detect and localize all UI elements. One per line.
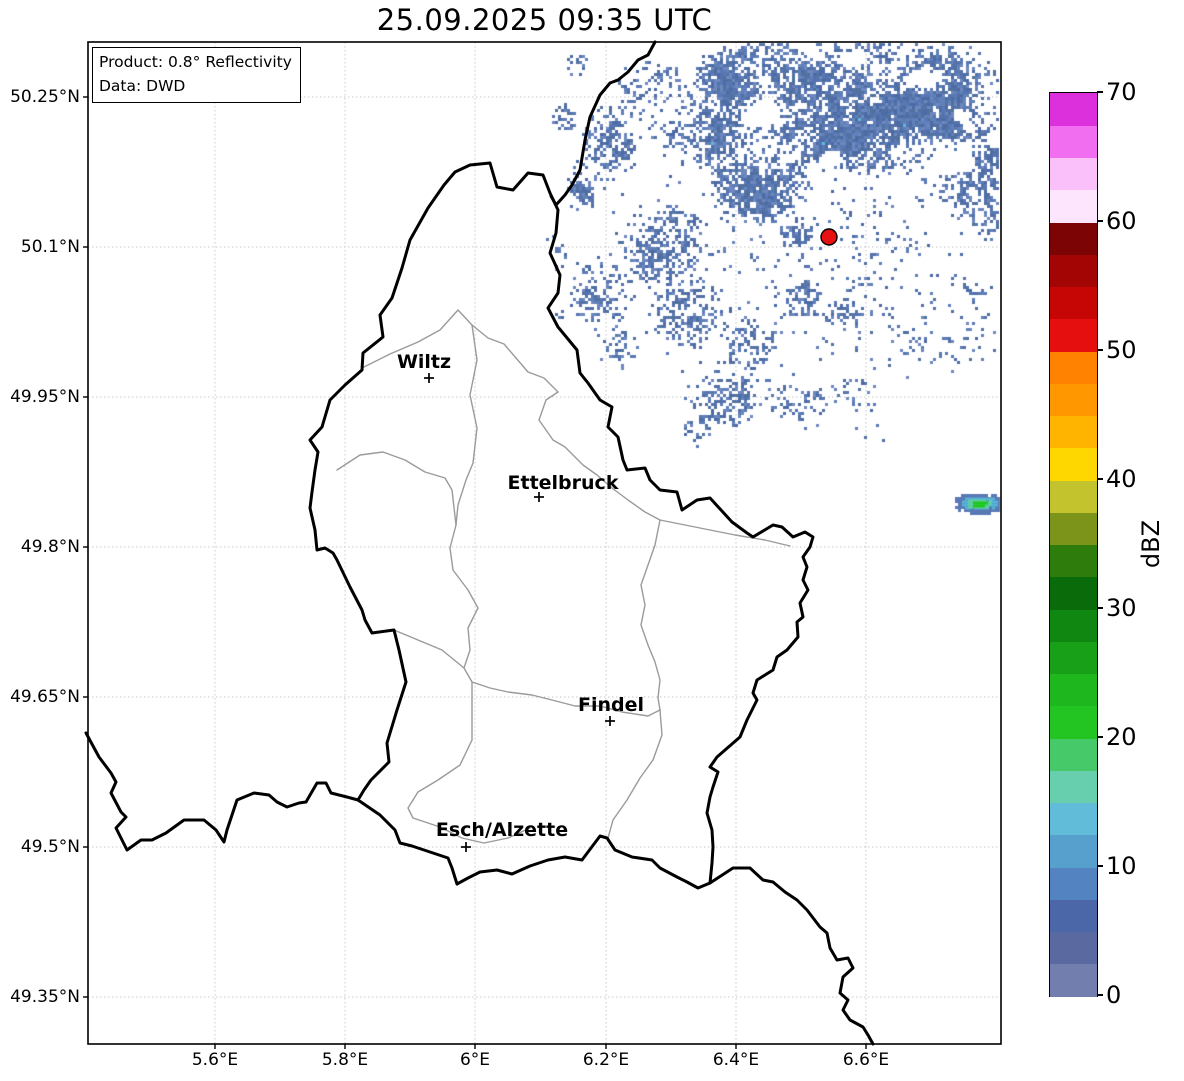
district-border [449,524,661,717]
colorbar [1049,92,1098,997]
colorbar-tick-label: 0 [1106,981,1122,1009]
city-label-wiltz: Wiltz [396,351,452,373]
colorbar-tick-label: 30 [1106,594,1137,622]
y-tick-label: 49.95°N [10,387,80,407]
borders-layer [83,40,1002,1049]
colorbar-tick [1097,736,1103,738]
colorbar-segment [1050,415,1097,449]
colorbar-tick [1097,220,1103,222]
colorbar-unit-label: dBZ [1137,519,1165,569]
colorbar-segment [1050,157,1097,191]
colorbar-tick-label: 20 [1106,723,1137,751]
city-marker [424,373,434,383]
product-info-line2: Data: DWD [99,77,186,96]
colorbar-tick-label: 40 [1106,465,1137,493]
district-border [607,709,663,839]
colorbar-tick-label: 50 [1106,336,1137,364]
colorbar-segment [1050,641,1097,674]
colorbar-segment [1050,867,1097,900]
x-tick-label: 6.2°E [582,1050,630,1070]
colorbar-segment [1050,189,1097,223]
city-label-eschalzette: Esch/Alzette [435,819,569,841]
radar-map-page: { "title": "25.09.2025 09:35 UTC", "info… [0,0,1184,1081]
colorbar-segment [1050,544,1097,578]
colorbar-segment [1050,480,1097,513]
city-marker [461,842,471,852]
city-label-ettelbruck: Ettelbruck [507,472,619,494]
colorbar-segment [1050,802,1097,836]
neighbor-country-border [708,866,875,1046]
colorbar-segment [1050,447,1097,481]
radar-site-dot [820,228,838,246]
colorbar-segment [1050,576,1097,610]
colorbar-tick [1097,607,1103,609]
colorbar-tick [1097,865,1103,867]
colorbar-segment [1050,318,1097,352]
colorbar-segment [1050,963,1097,997]
colorbar-tick [1097,478,1103,480]
neighbor-country-border [549,40,657,207]
colorbar-segment [1050,609,1097,642]
district-border [640,519,661,711]
colorbar-tick-label: 60 [1106,207,1137,235]
colorbar-tick [1097,994,1103,996]
colorbar-tick [1097,349,1103,351]
colorbar-segment [1050,512,1097,545]
colorbar-segment [1050,351,1097,384]
x-tick-label: 6.6°E [842,1050,890,1070]
colorbar-segment [1050,931,1097,965]
colorbar-segment [1050,383,1097,416]
colorbar-segment [1050,738,1097,771]
colorbar-segment [1050,770,1097,803]
colorbar-segment [1050,125,1097,158]
y-tick-label: 49.65°N [10,687,80,707]
y-tick-label: 49.5°N [20,837,80,857]
colorbar-segment [1050,834,1097,868]
colorbar-tick-label: 70 [1106,78,1137,106]
colorbar-segment [1050,673,1097,707]
colorbar-segment [1050,286,1097,320]
x-tick-label: 6.4°E [712,1050,760,1070]
x-tick-label: 6°E [459,1050,491,1070]
colorbar-segment [1050,93,1097,126]
city-marker [605,716,615,726]
product-info-line1: Product: 0.8° Reflectivity [99,53,292,71]
colorbar-tick-label: 10 [1106,852,1137,880]
x-tick-label: 5.6°E [191,1050,239,1070]
city-label-findel: Findel [577,694,645,716]
luxembourg-border [308,161,815,890]
product-info-box: Product: 0.8° Reflectivity Data: DWD [92,47,301,104]
district-border [538,391,559,421]
district-border [336,451,457,526]
plot-frame [87,41,1002,1045]
colorbar-segment [1050,254,1097,287]
map-area [0,0,1184,1081]
y-tick-label: 49.8°N [20,537,80,557]
y-tick-label: 49.35°N [10,987,80,1007]
colorbar-tick [1097,91,1103,93]
neighbor-country-border [84,731,360,852]
colorbar-segment [1050,899,1097,932]
y-tick-label: 50.25°N [10,87,80,107]
colorbar-segment [1050,705,1097,739]
colorbar-segment [1050,222,1097,255]
y-tick-label: 50.1°N [20,237,80,257]
district-border [393,629,465,669]
x-tick-label: 5.8°E [321,1050,369,1070]
